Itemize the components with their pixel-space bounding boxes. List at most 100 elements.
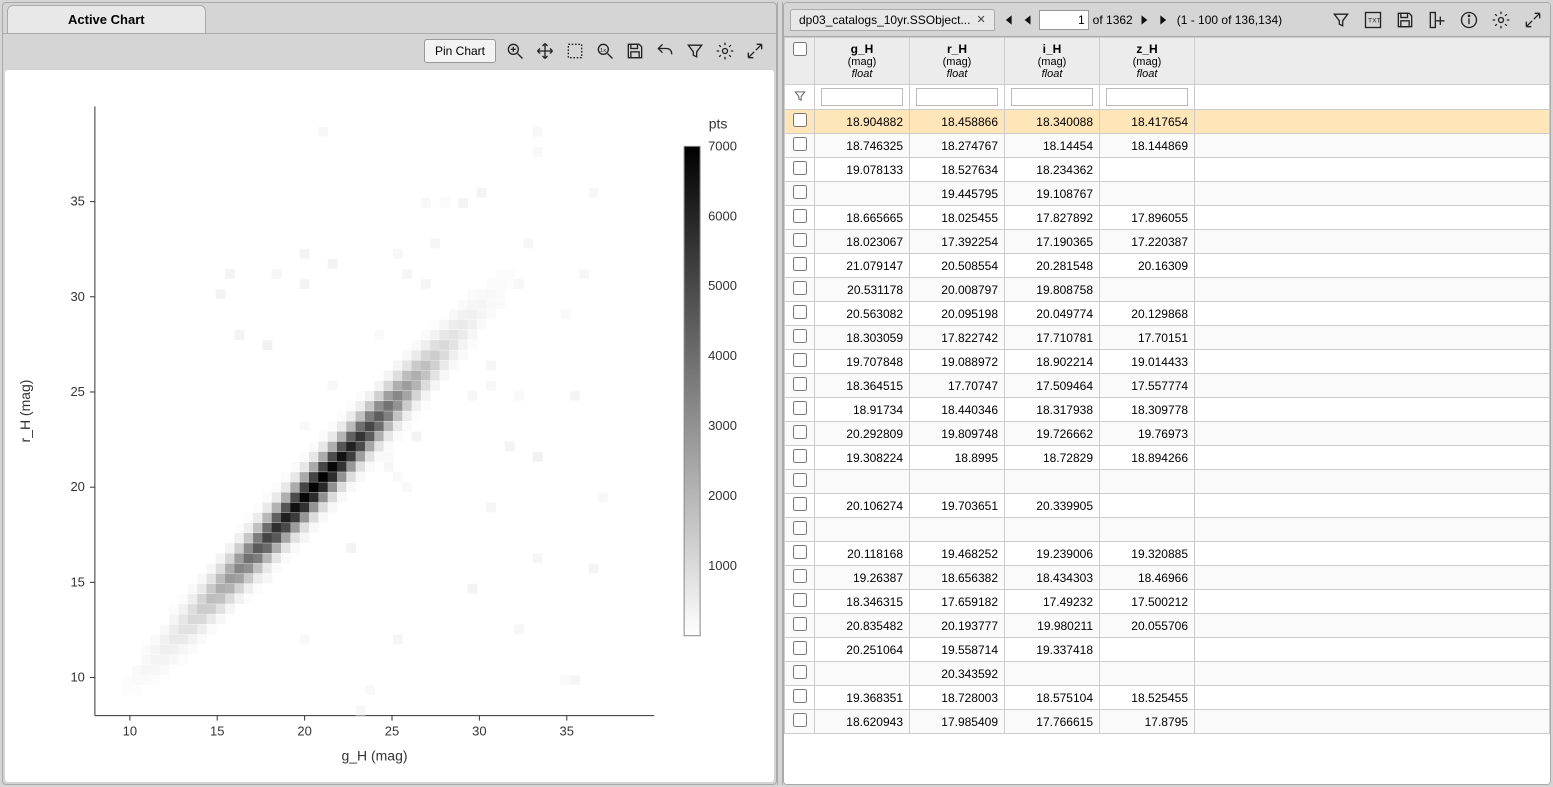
- svg-text:r_H (mag): r_H (mag): [17, 380, 33, 443]
- expand-icon[interactable]: [744, 40, 766, 62]
- row-checkbox[interactable]: [793, 473, 807, 487]
- table-scroll[interactable]: g_H(mag)floatr_H(mag)floati_H(mag)floatz…: [784, 37, 1550, 784]
- row-checkbox[interactable]: [793, 185, 807, 199]
- page-total-label: of 1362: [1093, 13, 1133, 27]
- cell: 19.014433: [1100, 350, 1195, 374]
- table-row[interactable]: 20.56308220.09519820.04977420.129868: [785, 302, 1550, 326]
- filter-input-g_H[interactable]: [821, 88, 903, 106]
- row-checkbox[interactable]: [793, 497, 807, 511]
- row-checkbox[interactable]: [793, 233, 807, 247]
- table-row[interactable]: 20.11816819.46825219.23900619.320885: [785, 542, 1550, 566]
- cell: 20.106274: [815, 494, 910, 518]
- filter-icon[interactable]: [684, 40, 706, 62]
- table-row[interactable]: 18.30305917.82274217.71078117.70151: [785, 326, 1550, 350]
- table-tab[interactable]: dp03_catalogs_10yr.SSObject... ✕: [790, 9, 995, 31]
- row-checkbox[interactable]: [793, 209, 807, 223]
- row-checkbox[interactable]: [793, 353, 807, 367]
- table-row[interactable]: 20.343592: [785, 662, 1550, 686]
- row-checkbox[interactable]: [793, 425, 807, 439]
- table-row[interactable]: 19.30822418.899518.7282918.894266: [785, 446, 1550, 470]
- table-row[interactable]: [785, 470, 1550, 494]
- zoom-reset-icon[interactable]: 1x: [594, 40, 616, 62]
- row-checkbox[interactable]: [793, 665, 807, 679]
- chart-area[interactable]: 101520253035101520253035g_H (mag)r_H (ma…: [5, 70, 774, 782]
- table-row[interactable]: 19.36835118.72800318.57510418.525455: [785, 686, 1550, 710]
- undo-icon[interactable]: [654, 40, 676, 62]
- row-checkbox[interactable]: [793, 713, 807, 727]
- page-input[interactable]: [1039, 10, 1089, 30]
- table-row[interactable]: 20.83548220.19377719.98021120.055706: [785, 614, 1550, 638]
- table-row[interactable]: 20.25106419.55871419.337418: [785, 638, 1550, 662]
- table-row[interactable]: 18.74632518.27476718.1445418.144869: [785, 134, 1550, 158]
- table-row[interactable]: 18.02306717.39225417.19036517.220387: [785, 230, 1550, 254]
- filter-input-z_H[interactable]: [1106, 88, 1188, 106]
- text-view-icon[interactable]: TXT: [1362, 9, 1384, 31]
- heatmap-plot[interactable]: 101520253035101520253035g_H (mag)r_H (ma…: [5, 70, 774, 782]
- column-header-i_H[interactable]: i_H(mag)float: [1005, 38, 1100, 85]
- table-row[interactable]: 18.62094317.98540917.76661517.8795: [785, 710, 1550, 734]
- table-settings-icon[interactable]: [1490, 9, 1512, 31]
- cell: 20.531178: [815, 278, 910, 302]
- table-row[interactable]: [785, 518, 1550, 542]
- table-row[interactable]: 20.53117820.00879719.808758: [785, 278, 1550, 302]
- table-row[interactable]: 18.66566518.02545517.82789217.896055: [785, 206, 1550, 230]
- select-box-icon[interactable]: [564, 40, 586, 62]
- row-checkbox[interactable]: [793, 305, 807, 319]
- row-checkbox[interactable]: [793, 281, 807, 295]
- column-header-z_H[interactable]: z_H(mag)float: [1100, 38, 1195, 85]
- table-row[interactable]: 19.07813318.52763418.234362: [785, 158, 1550, 182]
- row-checkbox[interactable]: [793, 545, 807, 559]
- cell: 17.896055: [1100, 206, 1195, 230]
- settings-icon[interactable]: [714, 40, 736, 62]
- row-checkbox[interactable]: [793, 161, 807, 175]
- table-row[interactable]: 20.29280919.80974819.72666219.76973: [785, 422, 1550, 446]
- row-checkbox[interactable]: [793, 521, 807, 535]
- table-row[interactable]: 19.2638718.65638218.43430318.46966: [785, 566, 1550, 590]
- pin-chart-button[interactable]: Pin Chart: [424, 39, 496, 63]
- table-row[interactable]: 20.10627419.70365120.339905: [785, 494, 1550, 518]
- save-table-icon[interactable]: [1394, 9, 1416, 31]
- row-checkbox[interactable]: [793, 137, 807, 151]
- pan-icon[interactable]: [534, 40, 556, 62]
- row-checkbox[interactable]: [793, 377, 807, 391]
- next-page-icon[interactable]: [1137, 12, 1153, 28]
- row-checkbox[interactable]: [793, 617, 807, 631]
- filter-toggle-icon[interactable]: [785, 85, 815, 110]
- filter-icon[interactable]: [1330, 9, 1352, 31]
- filter-input-r_H[interactable]: [916, 88, 998, 106]
- table-row[interactable]: 19.70784819.08897218.90221419.014433: [785, 350, 1550, 374]
- table-row[interactable]: 18.90488218.45886618.34008818.417654: [785, 110, 1550, 134]
- first-page-icon[interactable]: [999, 12, 1015, 28]
- column-header-r_H[interactable]: r_H(mag)float: [910, 38, 1005, 85]
- table-row[interactable]: 18.9173418.44034618.31793818.309778: [785, 398, 1550, 422]
- filter-input-i_H[interactable]: [1011, 88, 1093, 106]
- info-icon[interactable]: [1458, 9, 1480, 31]
- row-checkbox[interactable]: [793, 569, 807, 583]
- select-all-header[interactable]: [785, 38, 815, 85]
- row-checkbox[interactable]: [793, 689, 807, 703]
- row-checkbox[interactable]: [793, 449, 807, 463]
- row-checkbox[interactable]: [793, 329, 807, 343]
- table-row[interactable]: 19.44579519.108767: [785, 182, 1550, 206]
- cell: 18.144869: [1100, 134, 1195, 158]
- close-tab-icon[interactable]: ✕: [976, 13, 985, 26]
- cell: 19.980211: [1005, 614, 1100, 638]
- last-page-icon[interactable]: [1157, 12, 1173, 28]
- table-row[interactable]: 21.07914720.50855420.28154820.16309: [785, 254, 1550, 278]
- save-icon[interactable]: [624, 40, 646, 62]
- column-header-g_H[interactable]: g_H(mag)float: [815, 38, 910, 85]
- table-row[interactable]: 18.34631517.65918217.4923217.500212: [785, 590, 1550, 614]
- add-column-icon[interactable]: [1426, 9, 1448, 31]
- row-checkbox[interactable]: [793, 641, 807, 655]
- row-checkbox[interactable]: [793, 593, 807, 607]
- row-checkbox[interactable]: [793, 401, 807, 415]
- cell: 18.904882: [815, 110, 910, 134]
- row-checkbox[interactable]: [793, 113, 807, 127]
- tab-active-chart[interactable]: Active Chart: [7, 5, 206, 33]
- table-row[interactable]: 18.36451517.7074717.50946417.557774: [785, 374, 1550, 398]
- zoom-in-icon[interactable]: [504, 40, 526, 62]
- select-all-checkbox[interactable]: [793, 42, 807, 56]
- table-expand-icon[interactable]: [1522, 9, 1544, 31]
- row-checkbox[interactable]: [793, 257, 807, 271]
- prev-page-icon[interactable]: [1019, 12, 1035, 28]
